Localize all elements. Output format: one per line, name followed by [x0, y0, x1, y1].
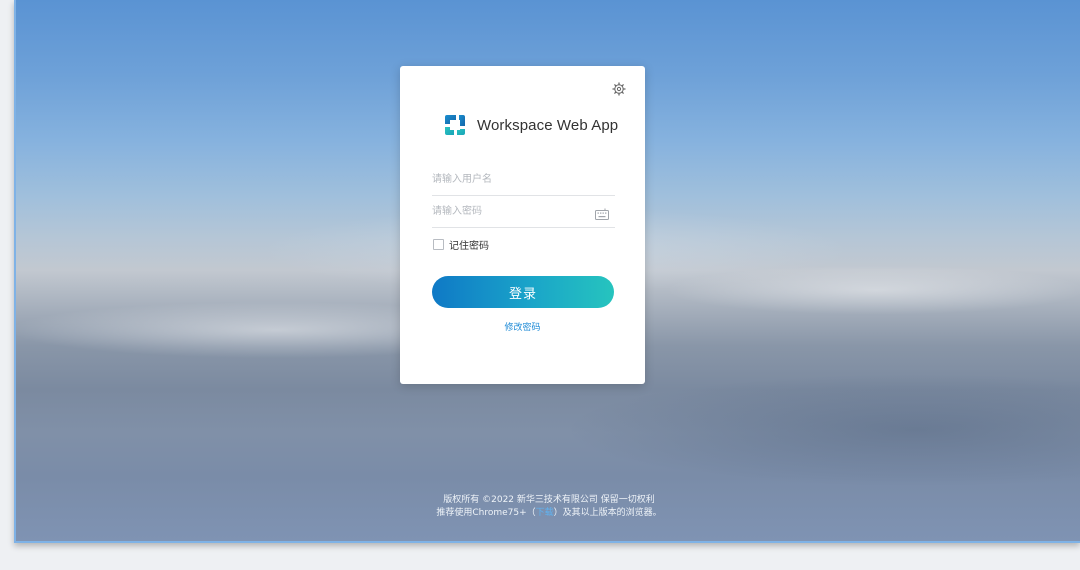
- username-field-container: [432, 164, 615, 196]
- app-title: Workspace Web App: [477, 116, 619, 134]
- recommendation-prefix: 推荐使用Chrome75+（: [436, 508, 536, 518]
- download-link[interactable]: 下载: [536, 508, 554, 518]
- username-input[interactable]: [432, 164, 582, 194]
- remember-password-checkbox[interactable]: [433, 239, 444, 250]
- copyright-text: 版权所有 ©2022 新华三技术有限公司 保留一切权利: [443, 495, 655, 505]
- remember-password-toggle[interactable]: 记住密码: [433, 237, 489, 252]
- remember-password-label: 记住密码: [449, 241, 489, 252]
- login-button[interactable]: 登录: [432, 276, 614, 308]
- virtual-keyboard-button[interactable]: [595, 205, 609, 220]
- browser-viewport: Workspace Web App 请输入用户名 记住密码 登录 修改密码 版权…: [14, 0, 1080, 543]
- recommendation-suffix: ）及其以上版本的浏览器。: [553, 508, 662, 518]
- settings-button[interactable]: [612, 81, 626, 96]
- keyboard-icon: [595, 208, 609, 220]
- password-field-container: [432, 196, 615, 228]
- change-password-link[interactable]: 修改密码: [400, 320, 645, 333]
- browser-recommendation: 推荐使用Chrome75+（下载）及其以上版本的浏览器。: [16, 507, 1080, 520]
- page-footer: 版权所有 ©2022 新华三技术有限公司 保留一切权利 推荐使用Chrome75…: [16, 494, 1080, 520]
- brand-header: Workspace Web App: [442, 112, 618, 138]
- login-card: Workspace Web App 请输入用户名 记住密码 登录 修改密码: [400, 66, 645, 384]
- workspace-logo-icon: [445, 115, 465, 135]
- password-input[interactable]: [432, 196, 582, 226]
- gear-icon: [612, 82, 626, 96]
